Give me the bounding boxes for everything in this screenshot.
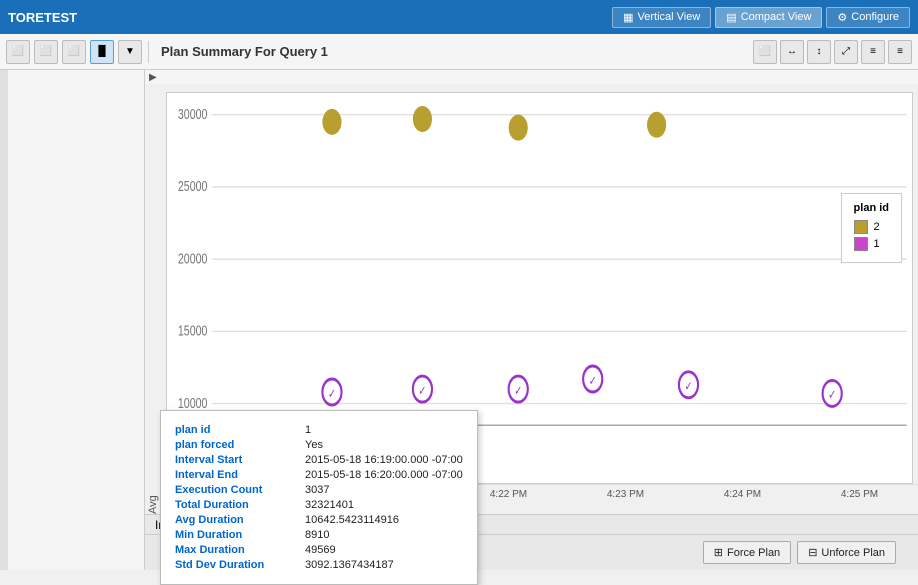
tooltip-row-plan-id: plan id 1 bbox=[175, 424, 463, 436]
main-content: ▶ Avg 30000 25000 20000 15000 bbox=[0, 70, 918, 570]
tooltip-row-avg-dur: Avg Duration 10642.5423114916 bbox=[175, 514, 463, 526]
vertical-view-button[interactable]: ▦ Vertical View bbox=[612, 7, 711, 28]
tooltip-row-plan-forced: plan forced Yes bbox=[175, 439, 463, 451]
plan2-dot-4[interactable] bbox=[647, 112, 666, 138]
tooltip-row-min-dur: Min Duration 8910 bbox=[175, 529, 463, 541]
time-label-2: 4:22 PM bbox=[490, 489, 527, 500]
svg-text:✓: ✓ bbox=[514, 385, 522, 399]
toolbar-right-icons: ⬜ ↔ ↕ ⤢ ≡ ≡ bbox=[753, 40, 912, 64]
legend-color-2 bbox=[854, 220, 868, 234]
plan2-dot-3[interactable] bbox=[509, 115, 528, 141]
expand-row: ▶ bbox=[145, 70, 918, 84]
tooltip-row-interval-end: Interval End 2015-05-18 16:20:00.000 -07… bbox=[175, 469, 463, 481]
tooltip-val-std-dev: 3092.1367434187 bbox=[305, 559, 394, 571]
tooltip-val-exec-count: 3037 bbox=[305, 484, 329, 496]
toolbar-icon-dropdown[interactable]: ▼ bbox=[118, 40, 142, 64]
tooltip-key-avg-dur: Avg Duration bbox=[175, 514, 305, 526]
sidebar-resize-handle[interactable] bbox=[0, 70, 8, 570]
toolbar-right-icon-6[interactable]: ≡ bbox=[888, 40, 912, 64]
tooltip-row-interval-start: Interval Start 2015-05-18 16:19:00.000 -… bbox=[175, 454, 463, 466]
svg-text:20000: 20000 bbox=[178, 251, 208, 267]
tooltip-key-plan-forced: plan forced bbox=[175, 439, 305, 451]
legend-label-1: 1 bbox=[874, 238, 880, 250]
plan2-dot-2[interactable] bbox=[413, 106, 432, 132]
force-plan-label: Force Plan bbox=[727, 547, 780, 559]
force-plan-button[interactable]: ⊞ Force Plan bbox=[703, 541, 791, 564]
time-label-3: 4:23 PM bbox=[607, 489, 644, 500]
tooltip-row-total-dur: Total Duration 32321401 bbox=[175, 499, 463, 511]
tooltip-val-interval-end: 2015-05-18 16:20:00.000 -07:00 bbox=[305, 469, 463, 481]
configure-label: Configure bbox=[851, 11, 899, 23]
legend-item-2: 2 bbox=[854, 220, 889, 234]
time-label-4: 4:24 PM bbox=[724, 489, 761, 500]
app-title: TORETEST bbox=[8, 10, 77, 25]
configure-icon: ⚙ bbox=[837, 11, 847, 24]
svg-text:✓: ✓ bbox=[589, 375, 597, 389]
svg-text:25000: 25000 bbox=[178, 179, 208, 195]
svg-text:30000: 30000 bbox=[178, 106, 208, 122]
tooltip-val-interval-start: 2015-05-18 16:19:00.000 -07:00 bbox=[305, 454, 463, 466]
tooltip-key-min-dur: Min Duration bbox=[175, 529, 305, 541]
tooltip-key-exec-count: Execution Count bbox=[175, 484, 305, 496]
title-bar: TORETEST ▦ Vertical View ▤ Compact View … bbox=[0, 0, 918, 34]
legend: plan id 2 1 bbox=[841, 193, 902, 263]
expand-arrow[interactable]: ▶ bbox=[149, 72, 157, 83]
legend-item-1: 1 bbox=[854, 237, 889, 251]
vertical-view-icon: ▦ bbox=[623, 11, 633, 24]
toolbar: ⬜ ⬜ ⬜ ▐▌ ▼ Plan Summary For Query 1 ⬜ ↔ … bbox=[0, 34, 918, 70]
toolbar-title: Plan Summary For Query 1 bbox=[161, 44, 749, 59]
tooltip-row-std-dev: Std Dev Duration 3092.1367434187 bbox=[175, 559, 463, 571]
compact-view-label: Compact View bbox=[741, 11, 812, 23]
toolbar-separator bbox=[148, 41, 149, 63]
tooltip-row-max-dur: Max Duration 49569 bbox=[175, 544, 463, 556]
legend-title: plan id bbox=[854, 202, 889, 214]
toolbar-right-icon-2[interactable]: ↔ bbox=[780, 40, 804, 64]
unforce-plan-button[interactable]: ⊟ Unforce Plan bbox=[797, 541, 896, 564]
toolbar-icon-2[interactable]: ⬜ bbox=[34, 40, 58, 64]
tooltip-key-plan-id: plan id bbox=[175, 424, 305, 436]
tooltip-val-total-dur: 32321401 bbox=[305, 499, 354, 511]
toolbar-icon-3[interactable]: ⬜ bbox=[62, 40, 86, 64]
tooltip-key-max-dur: Max Duration bbox=[175, 544, 305, 556]
tooltip-key-total-dur: Total Duration bbox=[175, 499, 305, 511]
tooltip-row-exec-count: Execution Count 3037 bbox=[175, 484, 463, 496]
chart-section: ▶ Avg 30000 25000 20000 15000 bbox=[145, 70, 918, 570]
vertical-view-label: Vertical View bbox=[638, 11, 701, 23]
svg-text:✓: ✓ bbox=[418, 385, 426, 399]
force-plan-icon: ⊞ bbox=[714, 546, 723, 559]
tooltip-val-plan-forced: Yes bbox=[305, 439, 323, 451]
compact-view-icon: ▤ bbox=[726, 11, 736, 24]
svg-text:15000: 15000 bbox=[178, 323, 208, 339]
svg-text:✓: ✓ bbox=[828, 389, 836, 403]
toolbar-right-icon-3[interactable]: ↕ bbox=[807, 40, 831, 64]
tooltip-key-interval-start: Interval Start bbox=[175, 454, 305, 466]
legend-label-2: 2 bbox=[874, 221, 880, 233]
tooltip-key-std-dev: Std Dev Duration bbox=[175, 559, 305, 571]
tooltip-val-avg-dur: 10642.5423114916 bbox=[305, 514, 399, 526]
toolbar-icon-1[interactable]: ⬜ bbox=[6, 40, 30, 64]
toolbar-icon-chart[interactable]: ▐▌ bbox=[90, 40, 114, 64]
configure-button[interactable]: ⚙ Configure bbox=[826, 7, 910, 28]
compact-view-button[interactable]: ▤ Compact View bbox=[715, 7, 822, 28]
svg-text:10000: 10000 bbox=[178, 395, 208, 411]
legend-color-1 bbox=[854, 237, 868, 251]
unforce-plan-icon: ⊟ bbox=[808, 546, 817, 559]
title-bar-buttons: ▦ Vertical View ▤ Compact View ⚙ Configu… bbox=[612, 7, 910, 28]
tooltip-panel: plan id 1 plan forced Yes Interval Start… bbox=[160, 410, 478, 585]
tooltip-val-min-dur: 8910 bbox=[305, 529, 329, 541]
toolbar-right-icon-5[interactable]: ≡ bbox=[861, 40, 885, 64]
tooltip-key-interval-end: Interval End bbox=[175, 469, 305, 481]
tooltip-val-plan-id: 1 bbox=[305, 424, 311, 436]
y-axis-label: Avg bbox=[145, 92, 161, 514]
sidebar bbox=[0, 70, 145, 570]
svg-text:✓: ✓ bbox=[328, 388, 336, 402]
plan2-dot-1[interactable] bbox=[322, 109, 341, 135]
svg-text:✓: ✓ bbox=[684, 380, 692, 394]
time-label-5: 4:25 PM bbox=[841, 489, 878, 500]
tooltip-val-max-dur: 49569 bbox=[305, 544, 336, 556]
toolbar-right-icon-4[interactable]: ⤢ bbox=[834, 40, 858, 64]
toolbar-right-icon-1[interactable]: ⬜ bbox=[753, 40, 777, 64]
unforce-plan-label: Unforce Plan bbox=[821, 547, 885, 559]
